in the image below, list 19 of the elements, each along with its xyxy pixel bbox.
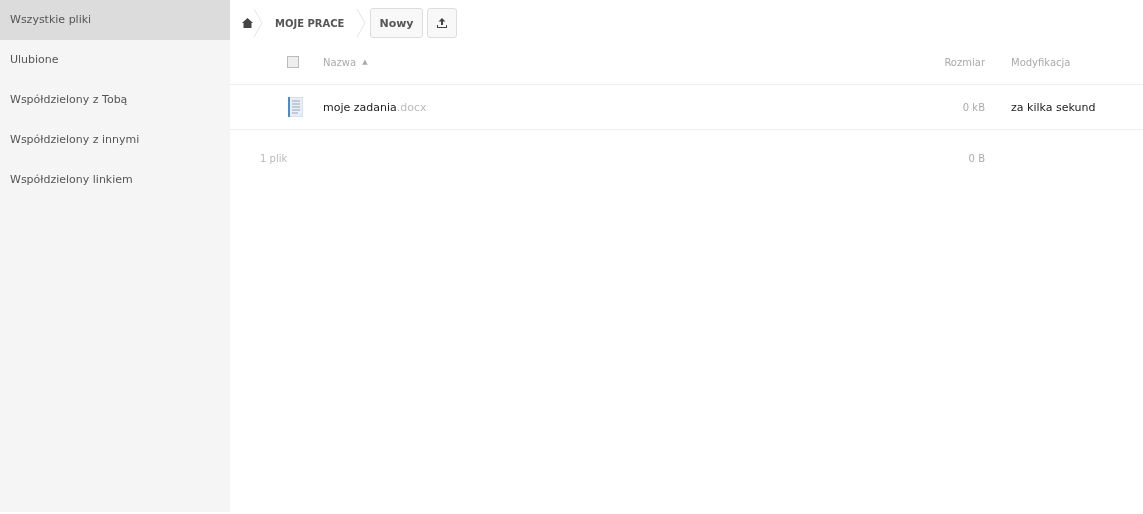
upload-button[interactable]: [426, 8, 457, 38]
total-size: 0 B: [967, 152, 986, 164]
breadcrumb-folder[interactable]: MOJE PRACE: [263, 17, 357, 29]
select-all-checkbox[interactable]: [287, 56, 299, 68]
sidebar-item[interactable]: Ulubione: [0, 40, 230, 80]
sidebar-item[interactable]: Współdzielony linkiem: [0, 160, 230, 200]
modified-time: za kilka sekund: [1010, 100, 1097, 114]
home-icon[interactable]: [242, 18, 253, 28]
new-button[interactable]: Nowy: [370, 8, 423, 38]
upload-icon: [435, 17, 448, 29]
file-count: 1 plik: [259, 152, 288, 164]
sidebar-item[interactable]: Współdzielony z Tobą: [0, 80, 230, 120]
document-icon: [288, 97, 303, 117]
chevron-icon: [253, 8, 263, 38]
chevron-icon: [356, 8, 367, 38]
sidebar-item[interactable]: Współdzielony z innymi: [0, 120, 230, 160]
file-size: 0 kB: [961, 101, 986, 113]
sidebar-item[interactable]: Wszystkie pliki: [0, 0, 230, 40]
file-name[interactable]: moje zadania.docx: [323, 100, 427, 114]
